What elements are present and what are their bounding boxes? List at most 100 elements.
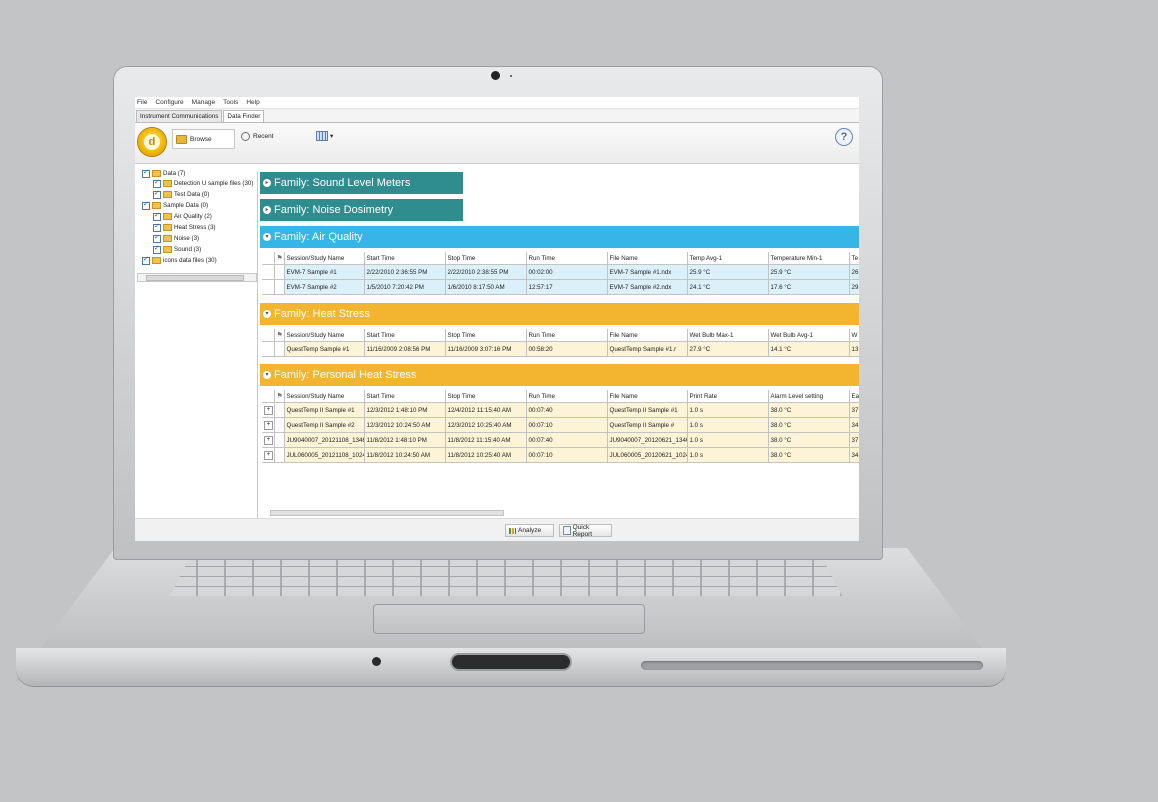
main-horizontal-scrollbar[interactable] (260, 509, 857, 516)
column-header[interactable]: Session/Study Name (284, 252, 365, 265)
scroll-thumb[interactable] (146, 275, 244, 281)
table-cell: 11/8/2012 1:48:10 PM (364, 432, 446, 448)
table-row[interactable]: EVM-7 Sample #2 1/5/2010 7:20:42 PM 1/6/20… (262, 279, 859, 295)
expand-icon[interactable]: ▸ (263, 179, 271, 187)
tree-item[interactable]: Data (7) (142, 168, 185, 178)
column-header[interactable]: Print Rate (687, 390, 769, 403)
tree-checkbox[interactable] (153, 233, 161, 243)
collapse-icon[interactable]: ▾ (263, 310, 271, 318)
menu-configure[interactable]: Configure (155, 99, 183, 106)
expand-row-icon[interactable]: + (264, 420, 273, 430)
column-header[interactable]: Temperature Min-1 (768, 252, 850, 265)
column-header[interactable]: Run Time (526, 329, 608, 342)
tree-checkbox[interactable] (142, 200, 150, 210)
table-row[interactable]: + QuestTemp II Sample #1 12/3/2012 1:48:10… (262, 402, 859, 418)
analyze-button[interactable]: Analyze (505, 524, 554, 537)
flag-cell[interactable] (274, 417, 285, 433)
column-header[interactable]: File Name (607, 329, 688, 342)
tree-checkbox[interactable] (153, 189, 161, 199)
tree-item[interactable]: Air Quality (2) (153, 211, 212, 221)
flag-cell[interactable] (274, 447, 285, 463)
column-header[interactable]: Start Time (364, 329, 446, 342)
tree-checkbox[interactable] (153, 211, 161, 221)
column-header[interactable]: Wet Bulb Avg-1 (768, 329, 850, 342)
column-header[interactable]: Run Time (526, 390, 608, 403)
quick-report-button[interactable]: Quick Report (559, 524, 612, 538)
family-header-aq[interactable]: ▾ Family: Air Quality (260, 226, 859, 248)
table-row[interactable]: EVM-7 Sample #1 2/22/2010 2:36:55 PM 2/22/… (262, 264, 859, 280)
flag-cell[interactable] (274, 402, 285, 418)
menu-file[interactable]: File (137, 99, 147, 106)
menu-manage[interactable]: Manage (192, 99, 216, 106)
family-header-slm[interactable]: ▸ Family: Sound Level Meters (260, 172, 463, 194)
collapse-icon[interactable]: ▾ (263, 233, 271, 241)
row-selector[interactable] (262, 341, 275, 357)
menu-help[interactable]: Help (246, 99, 259, 106)
tree-horizontal-scrollbar[interactable] (137, 273, 257, 282)
expand-row-icon[interactable]: + (264, 405, 273, 415)
column-header[interactable]: W (849, 329, 859, 342)
column-header[interactable]: Te (849, 252, 859, 265)
table-row[interactable]: + JUL060005_20121108_1024 11/8/2012 10:24:… (262, 447, 859, 463)
tree-checkbox[interactable] (153, 244, 161, 254)
column-header[interactable]: Stop Time (445, 390, 527, 403)
table-row[interactable]: QuestTemp Sample #1 11/16/2009 2:08:56 PM… (262, 341, 859, 357)
tree-item[interactable]: icons data files (30) (142, 255, 217, 265)
tree-item[interactable]: Heat Stress (3) (153, 222, 216, 232)
family-header-hs[interactable]: ▾ Family: Heat Stress (260, 303, 859, 325)
tree-item[interactable]: Noise (3) (153, 233, 199, 243)
row-selector[interactable]: + (262, 447, 275, 463)
view-layout-button[interactable]: ▾ (316, 131, 333, 141)
flag-column-header[interactable]: ⚑ (274, 329, 285, 342)
column-header[interactable]: Start Time (364, 390, 446, 403)
tab-data-finder[interactable]: Data Finder (223, 110, 265, 122)
expand-row-icon[interactable]: + (264, 450, 273, 460)
expand-row-icon[interactable]: + (264, 435, 273, 445)
flag-cell[interactable] (274, 264, 285, 280)
table-row[interactable]: + QuestTemp II Sample #2 12/3/2012 10:24:5… (262, 417, 859, 433)
tree-item[interactable]: Sound (3) (153, 244, 201, 254)
tree-checkbox[interactable] (142, 168, 150, 178)
expand-icon[interactable]: ▸ (263, 206, 271, 214)
tree-item[interactable]: Test Data (0) (153, 189, 209, 199)
row-selector[interactable]: + (262, 432, 275, 448)
folder-icon (163, 213, 172, 220)
help-button[interactable]: ? (835, 128, 853, 146)
table-row[interactable]: + JU9040007_20121108_1346 11/8/2012 1:48:1… (262, 432, 859, 448)
tab-instrument-communications[interactable]: Instrument Communications (136, 110, 223, 122)
column-header[interactable]: Alarm Level setting (768, 390, 850, 403)
tree-checkbox[interactable] (153, 222, 161, 232)
recent-button[interactable]: Recent (241, 132, 274, 141)
app-menu-button[interactable]: d (138, 128, 166, 156)
flag-column-header[interactable]: ⚑ (274, 252, 285, 265)
column-header[interactable]: File Name (607, 252, 688, 265)
column-header[interactable]: File Name (607, 390, 688, 403)
column-header[interactable]: Start Time (364, 252, 446, 265)
column-header[interactable]: Stop Time (445, 329, 527, 342)
row-selector[interactable] (262, 264, 275, 280)
row-selector[interactable]: + (262, 402, 275, 418)
flag-column-header[interactable]: ⚑ (274, 390, 285, 403)
column-header[interactable]: Wet Bulb Max-1 (687, 329, 769, 342)
family-header-nd[interactable]: ▸ Family: Noise Dosimetry (260, 199, 463, 221)
column-header[interactable]: Run Time (526, 252, 608, 265)
column-header[interactable]: Ea (849, 390, 859, 403)
scroll-thumb[interactable] (270, 510, 504, 516)
column-header[interactable]: Stop Time (445, 252, 527, 265)
tree-checkbox[interactable] (153, 178, 161, 188)
menu-tools[interactable]: Tools (223, 99, 238, 106)
family-header-phs[interactable]: ▾ Family: Personal Heat Stress (260, 364, 859, 386)
tree-item[interactable]: Detection U sample files (30) (153, 178, 253, 188)
column-header[interactable]: Temp Avg-1 (687, 252, 769, 265)
flag-cell[interactable] (274, 279, 285, 295)
tree-checkbox[interactable] (142, 255, 150, 265)
column-header[interactable]: Session/Study Name (284, 329, 365, 342)
collapse-icon[interactable]: ▾ (263, 371, 271, 379)
tree-item[interactable]: Sample Data (0) (142, 200, 208, 210)
row-selector[interactable] (262, 279, 275, 295)
row-selector[interactable]: + (262, 417, 275, 433)
column-header[interactable]: Session/Study Name (284, 390, 365, 403)
flag-cell[interactable] (274, 341, 285, 357)
browse-button[interactable]: Browse (172, 129, 235, 149)
flag-cell[interactable] (274, 432, 285, 448)
